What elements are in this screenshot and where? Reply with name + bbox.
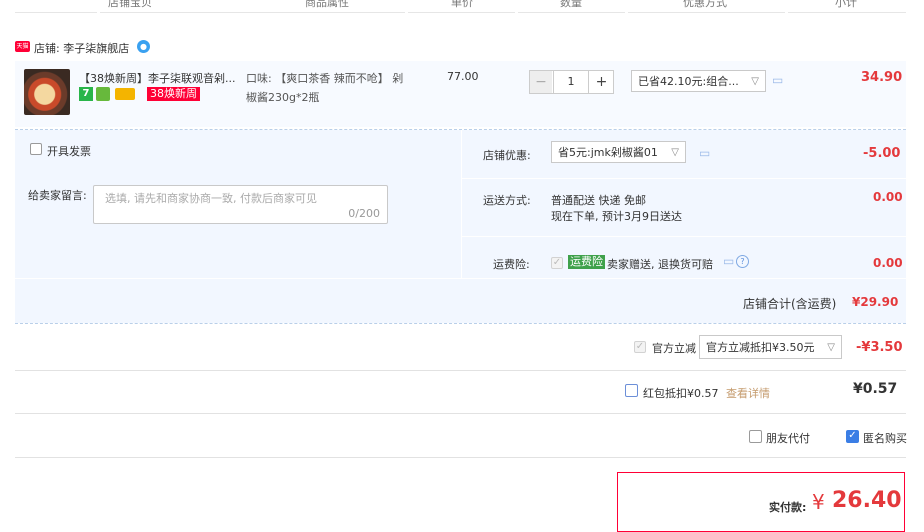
divider: [15, 457, 906, 458]
insurance-text: 卖家赠送, 退换货可赔: [607, 258, 713, 271]
qty-plus-button[interactable]: +: [590, 71, 613, 93]
header-col-item: 店铺宝贝: [108, 0, 152, 9]
message-placeholder: 选填, 请先和商家协商一致, 付款后商家可见: [105, 192, 317, 205]
shop-total-label: 店铺合计(含运费): [743, 297, 837, 311]
shop-discount-amount: -5.00: [863, 146, 901, 161]
qty-minus-button[interactable]: −: [530, 71, 552, 93]
item-title[interactable]: 【38焕新周】李子柒联观音剁...: [79, 70, 239, 86]
final-amount: 26.40: [832, 488, 902, 513]
comment-icon[interactable]: ▭: [772, 73, 783, 87]
insurance-checkbox: ✓: [551, 257, 563, 269]
anonymous-checkbox[interactable]: ✓: [846, 430, 859, 443]
message-textarea[interactable]: 选填, 请先和商家协商一致, 付款后商家可见 0/200: [93, 185, 388, 224]
official-discount-checkbox: ✓: [634, 341, 646, 353]
official-discount-value: 官方立减抵扣¥3.50元: [706, 341, 815, 354]
insurance-label: 运费险:: [493, 258, 530, 271]
insurance-tag: 运费险: [568, 255, 605, 269]
panel-vertical-divider: [461, 130, 462, 278]
insurance-amount: 0.00: [873, 256, 903, 270]
shipping-eta: 现在下单, 预计3月9日送达: [551, 210, 682, 223]
unit-price: 77.00: [447, 70, 479, 83]
invoice-label: 开具发票: [47, 145, 91, 158]
comment-icon[interactable]: ▭: [699, 146, 710, 160]
panel-divider: [15, 323, 906, 324]
official-discount-amount: -¥3.50: [856, 340, 903, 355]
header-col-subtotal: 小计: [835, 0, 857, 9]
shipping-method: 普通配送 快递 免邮: [551, 194, 646, 207]
shop-discount-select[interactable]: 省5元:jmk剁椒酱01 ▽: [551, 141, 686, 163]
friend-pay-label: 朋友代付: [766, 432, 810, 445]
header-col-discount: 优惠方式: [683, 0, 727, 9]
item-attr-line1: 口味: 【爽口茶香 辣而不呛】 剁: [246, 72, 404, 85]
help-icon[interactable]: ?: [736, 255, 749, 268]
official-discount-label: 官方立减: [652, 342, 696, 355]
divider: [15, 370, 906, 371]
card-icon: [115, 88, 135, 100]
message-label: 给卖家留言:: [28, 189, 87, 202]
redpacket-details-link[interactable]: 查看详情: [726, 385, 770, 401]
shop-total-amount: ¥29.90: [852, 295, 899, 309]
final-label: 实付款:: [769, 501, 807, 514]
friend-pay-checkbox[interactable]: [749, 430, 762, 443]
shop-discount-label: 店铺优惠:: [483, 149, 531, 162]
shipping-label: 运送方式:: [483, 194, 531, 207]
final-currency: ¥: [812, 490, 825, 514]
header-divider: [518, 12, 625, 13]
discount-select-value: 已省42.10元:组合...: [638, 75, 739, 88]
header-col-price: 单价: [451, 0, 473, 9]
seven-day-return-icon: 7: [79, 87, 93, 101]
redpacket-amount: ¥0.57: [853, 381, 898, 397]
redpacket-label: 红包抵扣¥0.57: [643, 387, 719, 400]
discount-select[interactable]: 已省42.10元:组合... ▽: [631, 70, 766, 92]
promo-tag: 38焕新周: [147, 87, 200, 101]
chevron-down-icon: ▽: [751, 76, 759, 87]
chat-bubble-icon[interactable]: ●: [137, 40, 150, 53]
service-icon: [96, 87, 110, 101]
header-divider: [408, 12, 515, 13]
product-thumbnail[interactable]: [24, 69, 70, 115]
comment-icon[interactable]: ▭: [723, 254, 734, 268]
header-col-attr: 商品属性: [305, 0, 349, 9]
chevron-down-icon: ▽: [827, 342, 835, 353]
official-discount-select[interactable]: 官方立减抵扣¥3.50元 ▽: [699, 335, 842, 359]
tmall-badge: 天猫: [15, 41, 30, 52]
qty-input[interactable]: 1: [553, 71, 589, 93]
item-subtotal: 34.90: [861, 70, 903, 85]
invoice-checkbox[interactable]: [30, 143, 42, 155]
chevron-down-icon: ▽: [671, 147, 679, 158]
panel-row-divider: [462, 236, 906, 237]
shipping-amount: 0.00: [873, 190, 903, 204]
shop-discount-value: 省5元:jmk剁椒酱01: [558, 146, 658, 159]
header-divider: [100, 12, 405, 13]
header-divider: [628, 12, 785, 13]
redpacket-checkbox[interactable]: [625, 384, 638, 397]
header-col-qty: 数量: [560, 0, 582, 9]
panel-row-divider: [462, 178, 906, 179]
shop-name[interactable]: 店铺: 李子柒旗舰店: [34, 40, 129, 56]
header-divider: [15, 12, 97, 13]
divider: [15, 413, 906, 414]
anonymous-label: 匿名购买: [863, 432, 907, 445]
header-divider: [788, 12, 906, 13]
item-attr-line2: 椒酱230g*2瓶: [246, 91, 320, 104]
message-counter: 0/200: [348, 207, 380, 220]
panel-row-divider: [15, 278, 906, 279]
